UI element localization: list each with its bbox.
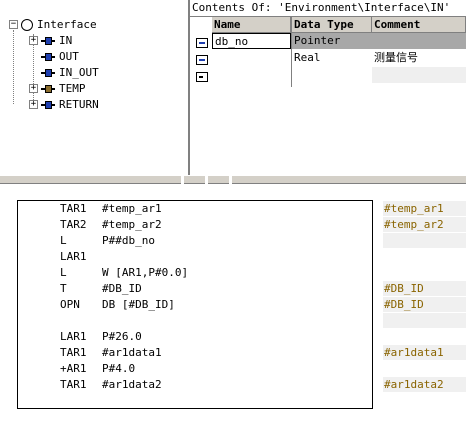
variable-icon bbox=[196, 72, 208, 82]
expand-icon[interactable]: + bbox=[29, 84, 38, 93]
code-operand: #DB_ID bbox=[102, 282, 142, 295]
code-operator: OPN bbox=[60, 298, 80, 311]
symbol-comment: #temp_ar1 bbox=[383, 201, 466, 216]
parameter-out-icon bbox=[41, 52, 55, 62]
cell-comment[interactable] bbox=[372, 67, 466, 83]
table-row[interactable]: Real 测量信号 bbox=[212, 50, 466, 66]
expand-icon[interactable]: + bbox=[29, 100, 38, 109]
tree-item-label: RETURN bbox=[59, 98, 99, 111]
cell-type[interactable]: Real bbox=[291, 50, 372, 66]
pane-splitter[interactable] bbox=[0, 175, 466, 184]
code-line[interactable]: LAR1 P#26.0 bbox=[60, 329, 142, 345]
splitter-notch bbox=[181, 175, 184, 184]
code-operator: L bbox=[60, 266, 67, 279]
code-operand: DB [#DB_ID] bbox=[102, 298, 175, 311]
code-line[interactable]: OPN DB [#DB_ID] bbox=[60, 297, 175, 313]
code-line[interactable]: +AR1 P#4.0 bbox=[60, 361, 135, 377]
code-operand: #temp_ar1 bbox=[102, 202, 162, 215]
code-operator: TAR1 bbox=[60, 202, 87, 215]
collapse-icon[interactable]: − bbox=[9, 20, 18, 29]
tree-root-label: Interface bbox=[37, 18, 97, 31]
tree-item-return[interactable]: + RETURN bbox=[29, 97, 99, 112]
code-operand: #temp_ar2 bbox=[102, 218, 162, 231]
symbol-comment: #temp_ar2 bbox=[383, 217, 466, 232]
table-header: Name Data Type Comment bbox=[212, 17, 466, 33]
tree-item-in[interactable]: + IN bbox=[29, 33, 72, 48]
code-operand: #ar1data1 bbox=[102, 346, 162, 359]
code-operator: LAR1 bbox=[60, 250, 87, 263]
code-operator: LAR1 bbox=[60, 330, 87, 343]
code-operator: T bbox=[60, 282, 67, 295]
code-line[interactable]: TAR1 #temp_ar1 bbox=[60, 201, 162, 217]
code-operand: W [AR1,P#0.0] bbox=[102, 266, 189, 279]
variable-icon bbox=[196, 55, 208, 65]
code-operator: TAR1 bbox=[60, 378, 87, 391]
column-data-type[interactable]: Data Type bbox=[291, 17, 372, 33]
variable-icon bbox=[196, 38, 208, 48]
interface-tree: − Interface + IN OUT IN_OUT + TEMP + RET… bbox=[0, 0, 190, 175]
tree-item-label: OUT bbox=[59, 50, 79, 63]
cell-name[interactable]: db_no bbox=[212, 33, 291, 49]
parameter-return-icon bbox=[41, 100, 55, 110]
splitter-notch bbox=[205, 175, 208, 184]
tree-item-temp[interactable]: + TEMP bbox=[29, 81, 86, 96]
code-line[interactable]: TAR2 #temp_ar2 bbox=[60, 217, 162, 233]
interface-detail: Contents Of: 'Environment\Interface\IN' … bbox=[190, 0, 466, 175]
code-line[interactable]: TAR1 #ar1data2 bbox=[60, 377, 162, 393]
code-operand: #ar1data2 bbox=[102, 378, 162, 391]
column-divider bbox=[291, 33, 292, 87]
symbol-comment-empty bbox=[383, 313, 466, 328]
symbol-comment: #ar1data2 bbox=[383, 377, 466, 392]
parameter-in-icon bbox=[41, 36, 55, 46]
cell-type[interactable] bbox=[291, 67, 372, 83]
code-operand: P#26.0 bbox=[102, 330, 142, 343]
symbol-comment-empty bbox=[383, 233, 466, 248]
table-row[interactable]: db_no Pointer bbox=[212, 33, 466, 49]
tree-item-out[interactable]: OUT bbox=[29, 49, 79, 64]
cell-comment[interactable]: 测量信号 bbox=[372, 50, 466, 66]
table-row[interactable] bbox=[212, 67, 466, 83]
code-line[interactable]: L P##db_no bbox=[60, 233, 155, 249]
splitter-notch bbox=[229, 175, 232, 184]
parameter-inout-icon bbox=[41, 68, 55, 78]
symbol-comment: #DB_ID bbox=[383, 297, 466, 312]
tree-connector bbox=[13, 30, 14, 104]
tree-item-label: IN bbox=[59, 34, 73, 47]
code-line[interactable]: LAR1 bbox=[60, 249, 102, 265]
contents-of-label: Contents Of: 'Environment\Interface\IN' bbox=[192, 1, 451, 14]
code-operator: +AR1 bbox=[60, 362, 87, 375]
column-comment[interactable]: Comment bbox=[372, 17, 466, 33]
tree-root-interface[interactable]: − Interface bbox=[9, 17, 97, 32]
interface-icon bbox=[21, 18, 33, 31]
code-line[interactable]: T #DB_ID bbox=[60, 281, 142, 297]
cell-name[interactable] bbox=[212, 50, 291, 66]
parameter-temp-icon bbox=[41, 84, 55, 94]
tree-item-in-out[interactable]: IN_OUT bbox=[29, 65, 99, 80]
symbol-comment: #ar1data1 bbox=[383, 345, 466, 360]
cell-name[interactable] bbox=[212, 67, 291, 83]
column-name[interactable]: Name bbox=[212, 17, 291, 33]
code-operator: TAR1 bbox=[60, 346, 87, 359]
code-operator: L bbox=[60, 234, 67, 247]
tree-item-label: TEMP bbox=[59, 82, 86, 95]
symbol-comment: #DB_ID bbox=[383, 281, 466, 296]
code-operand: P##db_no bbox=[102, 234, 155, 247]
cell-comment[interactable] bbox=[372, 33, 466, 49]
code-line[interactable]: TAR1 #ar1data1 bbox=[60, 345, 162, 361]
expand-icon[interactable]: + bbox=[29, 36, 38, 45]
code-line[interactable] bbox=[60, 313, 102, 329]
tree-item-label: IN_OUT bbox=[59, 66, 99, 79]
code-operand: P#4.0 bbox=[102, 362, 136, 375]
cell-type[interactable]: Pointer bbox=[291, 33, 372, 49]
code-operator: TAR2 bbox=[60, 218, 87, 231]
code-line[interactable]: L W [AR1,P#0.0] bbox=[60, 265, 188, 281]
